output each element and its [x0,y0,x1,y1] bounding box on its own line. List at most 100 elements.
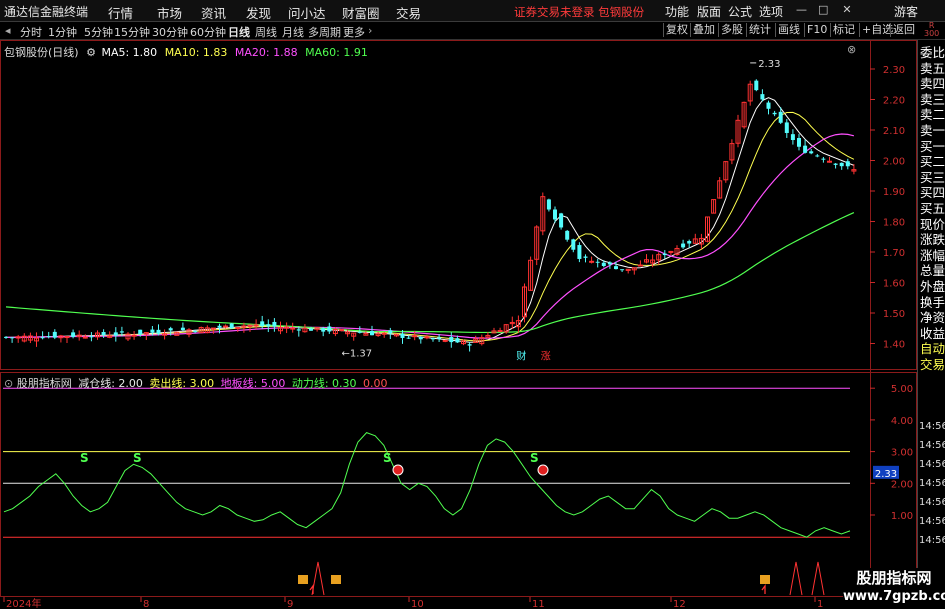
trade-login-warning[interactable]: 证券交易未登录 包钢股份 [514,4,644,20]
candle-down [266,324,271,327]
menu-wealth-circle[interactable]: 财富圈 [342,3,380,22]
side-time: 14:56 [919,535,945,546]
period-30min[interactable]: 30分钟 [152,24,188,40]
candle-down [260,321,265,327]
indicator-tick-label: 3.00 [891,448,913,459]
menu-market[interactable]: 行情 [108,3,133,22]
candle-up [253,324,259,327]
tool-adjust[interactable]: 复权 [663,23,690,37]
up-arrow-icon [309,584,314,594]
tool-stats[interactable]: 统计 [746,23,773,37]
indicator-name[interactable]: 股朋指标网 [17,377,72,390]
price-tick-label: 1.80 [883,218,905,229]
candle-down [687,241,692,244]
candle-down [418,336,423,340]
side-time: 14:56 [919,440,945,451]
candle-down [180,327,185,331]
settings-icon[interactable]: ⚙ [86,46,96,59]
candle-down [229,323,234,329]
close-icon[interactable]: ✕ [842,4,852,15]
candle-down [138,329,143,335]
side-item: 现价 [920,216,945,232]
date-tick-label: 12 [673,599,686,609]
side-item: 卖四 [920,76,945,92]
side-time: 14:56 [919,516,945,527]
sell-signal-s: S [383,451,392,465]
candle-down [400,333,405,338]
side-time: 14:56 [919,459,945,470]
buy-signal-box [331,575,341,584]
menu-markets[interactable]: 市场 [157,3,182,22]
price-tick-label: 1.50 [883,309,905,320]
date-tick-label: 10 [411,599,424,609]
side-item: 卖二 [920,107,945,123]
minimize-icon[interactable]: — [796,4,807,15]
watermark-url: www.7gpzb.com [843,589,945,604]
period-weekly[interactable]: 周线 [255,24,277,40]
high-price-label: 2.33 [758,59,780,70]
price-tick-label: 1.60 [883,279,905,290]
toolbar-back-icon[interactable]: ◂ [5,24,11,37]
candle-down [790,134,795,141]
side-time: 14:56 [919,478,945,489]
side-item: 总量 [920,263,945,279]
candle-down [821,158,826,160]
moving-average-lines [5,97,855,343]
candle-up [827,160,832,163]
menu-wenxiaoda[interactable]: 问小达 [288,3,326,22]
candle-down [559,213,564,228]
guest-button[interactable]: 游客 [894,3,918,20]
collapse-icon[interactable]: ⊗ [847,43,856,56]
period-15min[interactable]: 15分钟 [114,24,150,40]
ma10-legend: MA10: 1.83 [164,46,228,59]
side-item: 外盘 [920,279,945,294]
menu-trade[interactable]: 交易 [396,3,421,22]
menu-news[interactable]: 资讯 [201,3,226,22]
tool-overlay[interactable]: 叠加 [690,23,717,37]
candle-up [442,339,448,342]
tool-f10[interactable]: F10 [804,23,829,37]
side-item: 涨跌 [920,232,945,248]
period-monthly[interactable]: 月线 [282,24,304,40]
side-item: 买一 [920,138,945,154]
maximize-icon[interactable]: □ [818,4,828,15]
power-line-legend: 动力线: 0.30 [291,377,357,390]
period-60min[interactable]: 60分钟 [190,24,226,40]
period-multi[interactable]: 多周期 [308,24,341,40]
stock-name[interactable]: 包钢股份(日线) [4,46,79,59]
candle-down [4,336,8,338]
period-intraday[interactable]: 分时 [20,24,42,40]
menu-layout[interactable]: 版面 [697,3,721,20]
candle-down [119,331,124,333]
menu-options[interactable]: 选项 [759,3,783,20]
period-daily[interactable]: 日线 [228,24,250,40]
spike-signal [789,561,803,596]
menu-discover[interactable]: 发现 [246,3,271,22]
period-1min[interactable]: 1分钟 [48,24,77,40]
price-tick-label: 2.20 [883,96,905,107]
candle-down [601,262,606,266]
tool-mark[interactable]: 标记 [830,23,857,37]
price-tick-label: 1.40 [883,340,905,351]
period-5min[interactable]: 5分钟 [84,24,113,40]
oscillator-line [3,432,851,538]
kline-chart[interactable]: 2.30 2.20 2.10 2.00 1.90 1.80 1.70 1.60 1.50 1.40… [0,40,917,609]
side-item: 交易 [920,357,945,372]
side-item: 买四 [920,185,945,201]
candle-down [357,331,362,333]
side-item: 自动 [920,341,945,357]
tool-return[interactable]: 返回 [890,23,917,37]
menu-function[interactable]: 功能 [665,3,689,20]
price-tick-label: 2.00 [883,157,905,168]
candle-up [589,260,595,263]
tool-multi-stock[interactable]: 多股 [718,23,745,37]
tool-draw[interactable]: 画线 [775,23,802,37]
indicator-legend: ⊙ 股朋指标网 减仓线: 2.00 卖出线: 3.00 地板线: 5.00 动力… [4,375,388,391]
ma60-legend: MA60: 1.91 [305,46,368,59]
candle-down [193,331,198,333]
chevron-right-icon[interactable]: › [368,24,372,37]
period-more[interactable]: 更多 [343,24,365,40]
indicator-settings-icon[interactable]: ⊙ [4,377,13,390]
menu-formula[interactable]: 公式 [728,3,752,20]
candle-down [10,337,15,339]
